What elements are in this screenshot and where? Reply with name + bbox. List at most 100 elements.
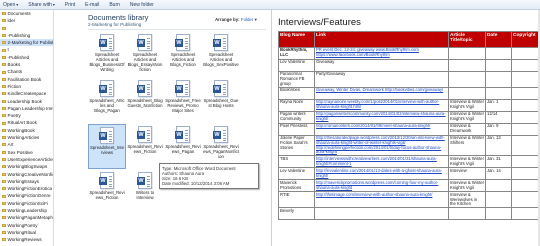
nav-item[interactable]: WorkingRitual (0, 229, 53, 236)
file-item[interactable]: W Spreadsheet_Reviews_Fiction (88, 170, 126, 215)
share-with-button[interactable]: Share with ▾ (28, 2, 55, 8)
nav-item[interactable]: Art (0, 141, 53, 148)
new-folder-button[interactable]: New folder (130, 2, 154, 8)
table-cell (511, 110, 540, 124)
table-cell[interactable]: http://levvalentine.com/2014/01/13-dates… (314, 167, 449, 181)
table-cell[interactable]: Party/Giveaway (314, 71, 449, 88)
folder-icon (2, 223, 6, 227)
burn-button[interactable]: Burn (109, 2, 120, 8)
nav-item[interactable]: Books (0, 61, 53, 68)
nav-item[interactable]: WorkingBook (0, 127, 53, 134)
table-cell (511, 71, 540, 88)
open-button[interactable]: Open ▾ (3, 2, 18, 8)
nav-item[interactable]: WorkingReviews (0, 236, 53, 243)
nav-item[interactable]: lder (0, 17, 53, 24)
print-button[interactable]: Print (65, 2, 75, 8)
table-cell (511, 59, 540, 72)
arrange-by-label: Arrange by: (215, 17, 240, 22)
word-document-icon: W (213, 34, 228, 51)
nav-item[interactable]: WorkingEssays (0, 178, 53, 185)
nav-item[interactable]: WorkingBlogSwaps (0, 163, 53, 170)
nav-item[interactable] (0, 25, 53, 32)
table-cell[interactable]: http://romanoriters.com/2014/01/09/meet-… (314, 122, 449, 136)
chevron-down-icon[interactable]: ▾ (53, 2, 55, 7)
nav-item-label: Chants (7, 69, 23, 75)
table-cell[interactable]: http://maverickpromotions.wordpress.com/… (314, 179, 449, 193)
nav-item[interactable]: WorkingLeadership (0, 207, 53, 214)
table-cell (511, 155, 540, 169)
file-item[interactable]: W Spreadsheet Articles and Blogs_Business… (88, 32, 126, 77)
nav-item[interactable]: WorkingPaganMetaphysical (0, 214, 53, 221)
nav-item[interactable]: Sex Positive (0, 149, 53, 156)
nav-item[interactable]: WorkingFictionErotica (0, 185, 53, 192)
nav-item[interactable]: WorkingArticles (0, 134, 53, 141)
file-item[interactable]: W Spreadsheet Articles and Blogs_Fiction (164, 32, 202, 77)
word-document-icon: W (99, 127, 114, 144)
navigation-pane: Documents lder -Publishing 2-Marketing for … (0, 10, 54, 246)
table-row: Jolene Paper Fiction Sarah's Stories http… (278, 134, 540, 157)
table-cell[interactable]: http://raynanoire.weebly.com/1/post/2014… (314, 98, 449, 112)
nav-item[interactable]: WorkingPoetry (0, 222, 53, 229)
arrange-by[interactable]: Arrange by: Folder ▾ (215, 17, 257, 23)
file-item[interactable]: W Spreadsheet_Guest Blog Hosts (202, 78, 240, 123)
nav-item[interactable]: WorkingFictionSciFi (0, 200, 53, 207)
tooltip-line: Date modified: 10/12/2014 3:08 AM (162, 181, 230, 187)
email-button[interactable]: E-mail (85, 2, 99, 8)
file-item[interactable]: W Spreadsheet_Interviews (88, 124, 126, 169)
nav-item[interactable]: Chants (0, 68, 53, 75)
nav-item[interactable]: t (0, 46, 53, 53)
nav-item[interactable]: KindleCreatespace (0, 90, 53, 97)
nav-item[interactable]: -Published (0, 54, 53, 61)
table-row: Beverly (278, 207, 540, 221)
folder-icon (2, 201, 6, 205)
file-item[interactable]: W Spreadsheet Articles and Blogs_SexPosit… (202, 32, 240, 77)
folder-icon (2, 85, 6, 89)
nav-item[interactable]: WorkingCreativeNonfiction (0, 171, 53, 178)
nav-item[interactable]: WorkingFictionGenre (0, 192, 53, 199)
table-cell[interactable]: Giveaway (314, 59, 449, 72)
nav-item-label: Sex Positive (7, 149, 33, 155)
table-cell (485, 207, 512, 221)
nav-item[interactable]: Leadership Book (0, 98, 53, 105)
table-cell: Interview (448, 167, 486, 181)
word-document-icon: W (137, 172, 152, 189)
file-item[interactable]: W Spreadsheet_Articles and Blogs_Pagan (88, 78, 126, 123)
table-cell[interactable] (314, 207, 449, 221)
arrange-by-select[interactable]: Folder (241, 17, 253, 22)
table-cell[interactable]: Giveaway, Winter Divas, Dreamwork http:/… (314, 86, 449, 100)
word-document-icon: W (175, 126, 190, 143)
table-cell[interactable]: http://thesaturatedpage.wordpress.com/20… (314, 134, 449, 157)
folder-icon (2, 26, 6, 30)
nav-item[interactable]: Fiction (0, 83, 53, 90)
nav-item-label: Facilitation Book (7, 76, 42, 82)
nav-item[interactable]: Pagan Leadership Immanion (0, 105, 53, 112)
file-item[interactable]: W Spreadsheet Articles and Blogs_EssaysNo… (126, 32, 164, 77)
table-row: BookVibes Giveaway, Winter Divas, Dreamwo… (278, 86, 540, 100)
file-label: Spreadsheet_Reviews_PaganNonfiction (203, 144, 239, 160)
word-document-icon: W (137, 34, 152, 51)
table-cell[interactable]: http://thetimage.com/interview-with-auth… (314, 191, 449, 209)
table-cell (511, 207, 540, 221)
nav-item[interactable]: Documents (0, 10, 53, 17)
chevron-down-icon[interactable]: ▾ (16, 2, 18, 7)
table-cell: Maverick Promotions (278, 179, 315, 193)
table-cell[interactable]: http://interviewswithcreativewriters.com… (314, 155, 449, 169)
file-label: Spreadsheet_Blog Guests_Nonfiction (127, 98, 163, 109)
nav-item-label: WorkingLeadership (7, 208, 48, 214)
nav-item[interactable]: UserExperienceArticles (0, 156, 53, 163)
table-cell: Jan. 13 (485, 134, 512, 157)
folder-icon (2, 150, 6, 154)
nav-item[interactable]: 2-Marketing for Publishing (0, 39, 53, 47)
nav-item[interactable]: Poetry (0, 112, 53, 119)
library-path[interactable]: 2-Marketing for Publishing (88, 22, 141, 27)
table-row: Lev Valentine Giveaway (278, 59, 540, 72)
table-cell[interactable]: PR event Dec. 12-24, giveaway www.BookRh… (314, 47, 449, 60)
nav-item[interactable]: RitualArt Book (0, 119, 53, 126)
nav-item[interactable]: Facilitation Book (0, 76, 53, 83)
nav-item-label: Poetry (7, 113, 21, 119)
file-item[interactable]: W Spreadsheet_Blog Guests_Nonfiction (126, 78, 164, 123)
table-cell[interactable]: http://paganwriterscommunity.com/2014/01… (314, 110, 449, 124)
nav-item[interactable]: -Publishing (0, 32, 53, 39)
file-item[interactable]: W Spreadsheet_Free Reviews_Promo Major Si… (164, 78, 202, 123)
nav-item-label: -Published (7, 54, 30, 60)
